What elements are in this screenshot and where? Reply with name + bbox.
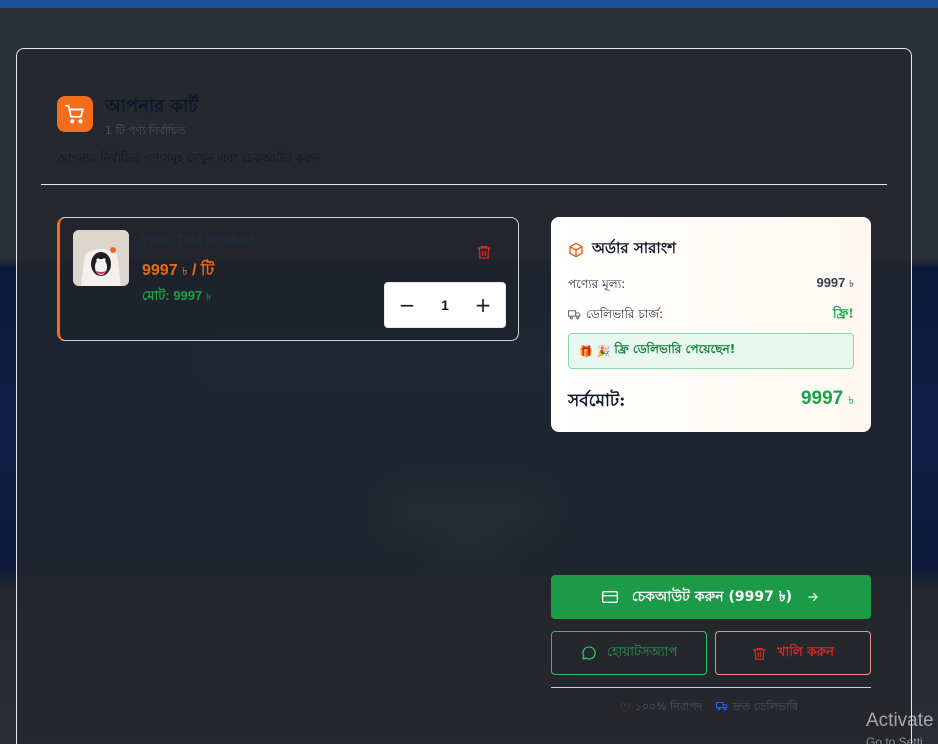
credit-card-icon (601, 591, 618, 603)
clear-cart-button[interactable]: খালি করুন (715, 631, 871, 675)
delivery-charge-row: ডেলিভারি চার্জ: (568, 306, 663, 326)
delivery-charge-value: ফ্রি! (832, 307, 854, 322)
package-icon (569, 242, 583, 257)
truck-icon (716, 701, 728, 714)
activate-windows-subtext: Go to Setti (866, 735, 923, 744)
free-delivery-text: ফ্রি ডেলিভারি পেয়েছেন! (614, 342, 736, 356)
cart-item-count: 1 টি পণ্য নির্বাচিত (105, 124, 186, 137)
fast-delivery-badge: দ্রুত ডেলিভারি (716, 698, 798, 717)
quantity-stepper: − 1 + (384, 282, 506, 328)
cart-icon (57, 96, 93, 132)
fast-delivery-text: দ্রুত ডেলিভারি (732, 700, 799, 713)
whatsapp-label: হোয়াটসঅ্যাপ (606, 644, 678, 660)
gift-icon: 🎁 (579, 344, 593, 358)
currency-symbol: ৳ (849, 279, 854, 290)
trust-badges: ♡ ১০০% নিরাপদ দ্রুত ডেলিভারি (620, 698, 798, 717)
whatsapp-button[interactable]: হোয়াটসঅ্যাপ (551, 631, 707, 675)
price-value: 9997 (142, 262, 178, 279)
currency-symbol: ৳ (848, 395, 854, 407)
secure-badge: ♡ ১০০% নিরাপদ (620, 698, 702, 717)
unit-suffix: / টি (191, 262, 215, 279)
checkout-label: চেকআউট করুন (9997 ৳) (631, 589, 793, 605)
truck-icon (568, 309, 581, 323)
trash-icon (753, 647, 766, 660)
divider (551, 687, 871, 688)
secure-badge-text: ১০০% নিরাপদ (634, 700, 703, 713)
currency-symbol: ৳ (182, 266, 188, 278)
grand-total-amount: 9997 (800, 388, 844, 409)
divider (41, 184, 887, 185)
party-icon: 🎉 (596, 344, 611, 358)
quantity-value: 1 (441, 297, 449, 313)
summary-title-text: অর্ডার সারাংশ (592, 239, 677, 257)
clear-cart-label: খালি করুন (776, 644, 835, 660)
grand-total-value: 9997 ৳ (801, 388, 854, 411)
product-price-value: 9997 ৳ (816, 275, 854, 294)
chat-bubble-icon (582, 646, 596, 660)
delivery-charge-label: ডেলিভারি চার্জ: (586, 307, 664, 321)
product-unit-price: 9997 ৳ / টি (142, 257, 214, 284)
product-thumbnail[interactable] (73, 230, 129, 286)
free-delivery-banner: 🎁 🎉 ফ্রি ডেলিভারি পেয়েছেন! (568, 333, 854, 369)
grand-total-label: সর্বমোট: (568, 391, 626, 411)
total-label: মোট: (142, 288, 170, 303)
product-price-label: পণ্যের মূল্য: (568, 277, 626, 291)
product-price-amount: 9997 (816, 275, 846, 290)
total-value: 9997 (173, 288, 203, 303)
cart-description: আপনার নির্বাচিত পণ্যসমূহ দেখুন এবং চেকআউ… (57, 151, 321, 165)
cart-title: আপনার কার্ট (105, 96, 198, 117)
activate-windows-watermark: Activate (866, 710, 934, 731)
increase-quantity-button[interactable]: + (461, 282, 505, 328)
product-line-total: মোট: 9997 ৳ (142, 287, 211, 308)
order-summary-title: অর্ডার সারাংশ (568, 237, 676, 262)
trash-icon (477, 246, 491, 259)
decrease-quantity-button[interactable]: − (385, 282, 429, 328)
remove-item-button[interactable] (474, 242, 494, 262)
currency-symbol: ৳ (205, 292, 211, 303)
product-name[interactable]: Final Test Product (142, 232, 254, 247)
checkout-button[interactable]: চেকআউট করুন (9997 ৳) (551, 575, 871, 619)
arrow-right-icon (808, 592, 818, 602)
top-nav-bar (0, 0, 938, 8)
heart-icon: ♡ (620, 700, 631, 715)
